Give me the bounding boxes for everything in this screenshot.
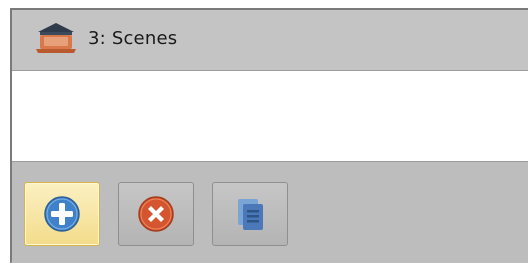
scenes-toolbar: [12, 162, 528, 263]
remove-scene-button[interactable]: [118, 182, 194, 246]
x-circle-icon: [136, 194, 176, 234]
duplicate-scene-button[interactable]: [212, 182, 288, 246]
copy-icon: [230, 194, 270, 234]
add-scene-button[interactable]: [24, 182, 100, 246]
scenes-dock: 3: Scenes: [10, 8, 528, 263]
panel-title: 3: Scenes: [88, 28, 178, 49]
plus-circle-icon: [42, 194, 82, 234]
scenes-panel: 3: Scenes: [0, 0, 528, 269]
panel-titlebar[interactable]: 3: Scenes: [12, 10, 528, 70]
scene-theater-icon: [34, 20, 78, 56]
scenes-list[interactable]: [12, 70, 528, 162]
